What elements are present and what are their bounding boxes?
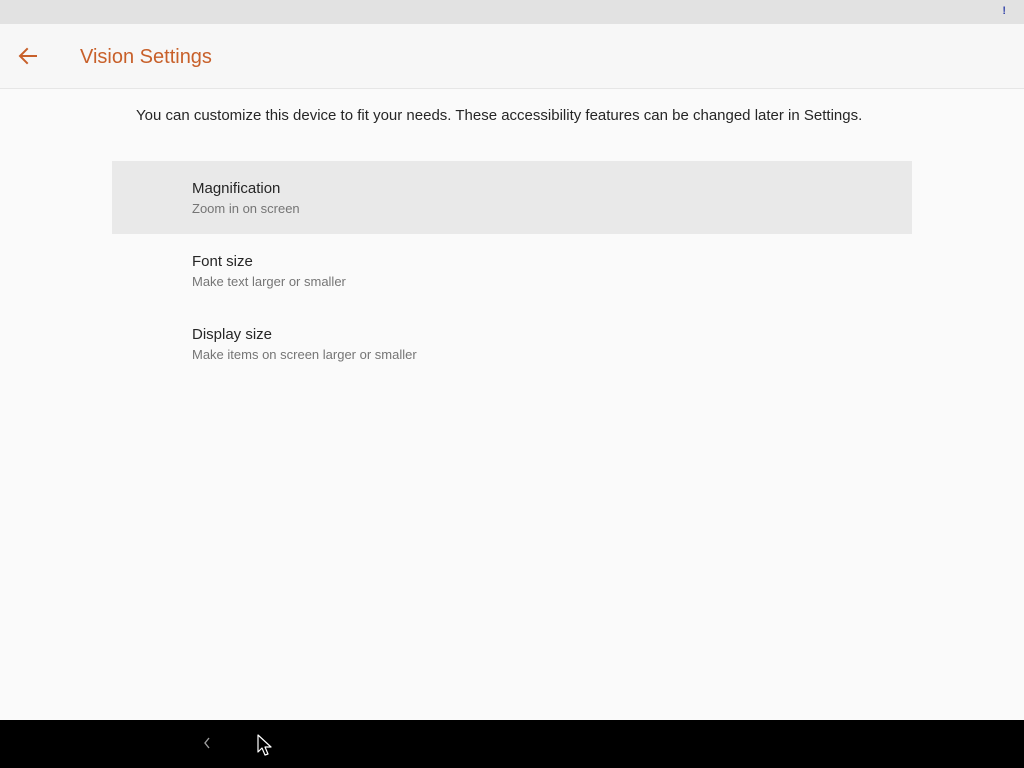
chevron-left-icon	[204, 737, 210, 749]
description-text: You can customize this device to fit you…	[136, 107, 863, 124]
arrow-left-icon	[18, 47, 37, 65]
navigation-bar	[0, 720, 1024, 768]
nav-back-button[interactable]	[196, 732, 218, 754]
item-title: Display size	[192, 326, 273, 343]
back-button[interactable]	[8, 36, 48, 76]
status-indicator: !	[1002, 5, 1006, 17]
settings-item-display-size[interactable]: Display size Make items on screen larger…	[112, 307, 912, 380]
item-subtitle: Make items on screen larger or smaller	[192, 347, 417, 362]
mouse-cursor-icon	[257, 734, 272, 756]
item-title: Font size	[192, 253, 253, 270]
app-bar: Vision Settings	[0, 24, 1024, 89]
status-bar: !	[0, 0, 1024, 24]
settings-item-font-size[interactable]: Font size Make text larger or smaller	[112, 234, 912, 307]
settings-item-magnification[interactable]: Magnification Zoom in on screen	[112, 161, 912, 234]
item-subtitle: Make text larger or smaller	[192, 274, 346, 289]
page-title: Vision Settings	[80, 46, 212, 68]
item-title: Magnification	[192, 180, 281, 197]
settings-list: Magnification Zoom in on screen Font siz…	[112, 161, 912, 380]
item-subtitle: Zoom in on screen	[192, 201, 300, 216]
